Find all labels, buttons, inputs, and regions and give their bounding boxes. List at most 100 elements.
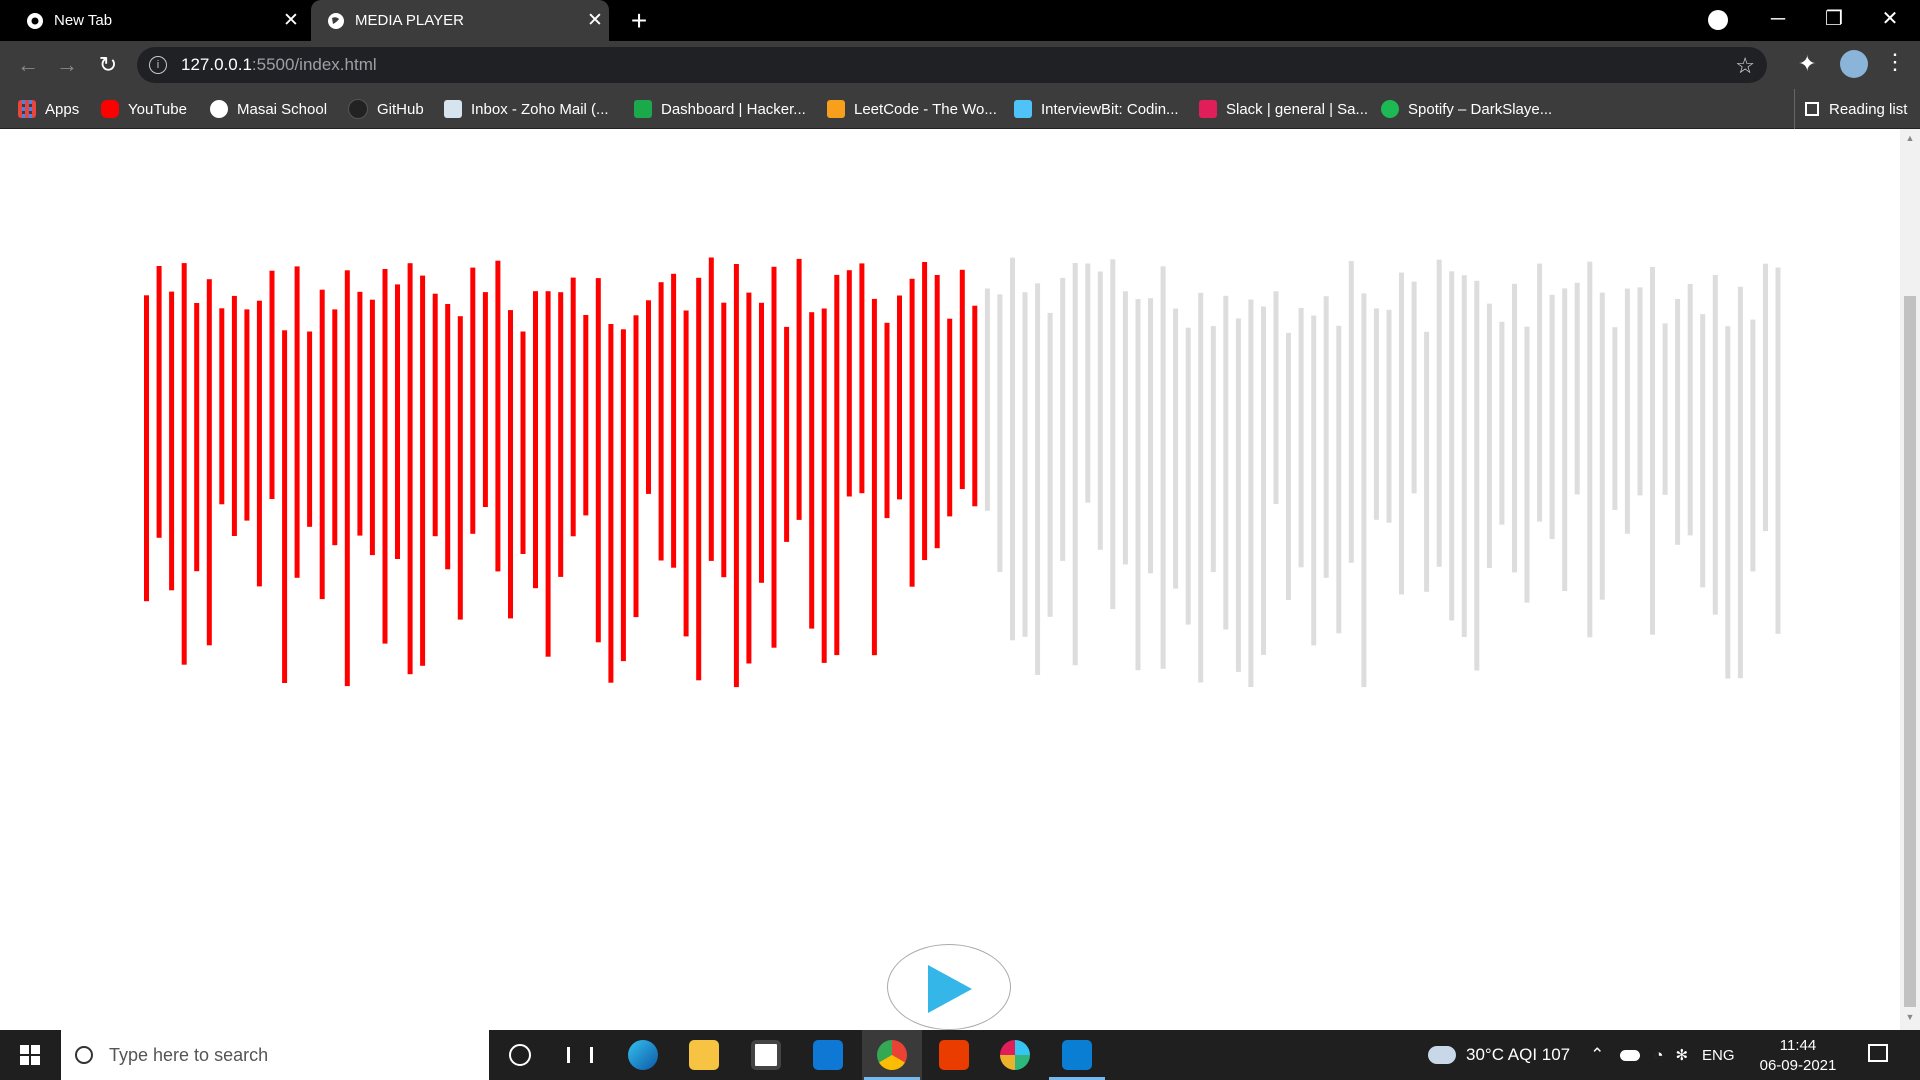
slack-tray-icon[interactable]: ✻ [1675, 1046, 1688, 1064]
waveform-bar[interactable] [244, 309, 250, 521]
play-button[interactable] [887, 944, 1011, 1030]
waveform-bar[interactable] [482, 292, 488, 507]
waveform-bar[interactable] [934, 275, 940, 549]
waveform-bar[interactable] [1373, 308, 1379, 520]
bookmark-hackerrank[interactable]: Dashboard | Hacker... [634, 89, 806, 129]
waveform-bar[interactable] [1399, 272, 1404, 595]
weather-text[interactable]: 30°C AQI 107 [1466, 1045, 1570, 1065]
waveform-bar[interactable] [721, 302, 727, 578]
reload-icon[interactable]: ↻ [94, 51, 122, 79]
waveform-bar[interactable] [1047, 312, 1053, 617]
clock[interactable]: 11:44 06-09-2021 [1748, 1036, 1848, 1076]
waveform-bar[interactable] [1474, 280, 1480, 671]
bookmark-slack[interactable]: Slack | general | Sa... [1199, 89, 1368, 129]
minimize-button[interactable]: ─ [1750, 0, 1806, 41]
new-tab-button[interactable]: + [624, 6, 654, 36]
waveform-bar[interactable] [759, 302, 764, 583]
waveform-bar[interactable] [545, 291, 551, 657]
waveform-bar[interactable] [871, 298, 877, 656]
waveform-bar[interactable] [1687, 283, 1693, 536]
language-indicator[interactable]: ENG [1702, 1047, 1735, 1064]
wifi-icon[interactable]: ◔ [1654, 1047, 1663, 1064]
waveform-bar[interactable] [1261, 306, 1266, 655]
audio-waveform[interactable] [0, 129, 1900, 1030]
reading-list-button[interactable]: Reading list [1794, 89, 1907, 129]
waveform-bar[interactable] [834, 274, 840, 656]
waveform-bar[interactable] [395, 284, 400, 559]
bookmark-apps[interactable]: Apps [18, 89, 79, 129]
waveform-bar[interactable] [206, 279, 212, 646]
waveform-bar[interactable] [984, 288, 990, 511]
waveform-bar[interactable] [533, 291, 538, 589]
waveform-bar[interactable] [1273, 291, 1279, 504]
waveform-bar[interactable] [671, 273, 677, 568]
waveform-bar[interactable] [1562, 288, 1568, 591]
waveform-bar[interactable] [1486, 303, 1492, 568]
task-view-icon[interactable] [550, 1030, 610, 1080]
waveform-bar[interactable] [1737, 286, 1743, 679]
extensions-puzzle-icon[interactable]: ✦ [1798, 51, 1816, 77]
waveform-bar[interactable] [821, 308, 827, 663]
waveform-bar[interactable] [1512, 283, 1517, 573]
weather-icon[interactable] [1428, 1046, 1456, 1064]
waveform-bar[interactable] [1700, 314, 1706, 588]
waveform-bar[interactable] [1185, 327, 1191, 625]
waveform-bar[interactable] [282, 330, 288, 683]
tab-close-icon[interactable]: ✕ [581, 9, 609, 32]
waveform-bar[interactable] [256, 300, 262, 587]
waveform-bar[interactable] [909, 278, 915, 587]
bookmark-spotify[interactable]: Spotify – DarkSlaye... [1381, 89, 1552, 129]
bookmark-zoho-mail[interactable]: Inbox - Zoho Mail (... [444, 89, 609, 129]
waveform-bar[interactable] [1198, 292, 1204, 683]
waveform-bar[interactable] [884, 322, 890, 519]
waveform-bar[interactable] [846, 270, 852, 497]
waveform-bar[interactable] [1122, 291, 1128, 565]
waveform-bar[interactable] [1223, 295, 1229, 630]
office-icon[interactable] [924, 1030, 984, 1080]
waveform-bar[interactable] [1775, 267, 1781, 634]
waveform-bar[interactable] [1348, 261, 1354, 563]
waveform-bar[interactable] [646, 300, 651, 494]
waveform-bar[interactable] [1110, 259, 1116, 610]
waveform-bar[interactable] [420, 275, 426, 666]
waveform-bar[interactable] [1524, 326, 1530, 603]
waveform-bar[interactable] [1386, 309, 1392, 523]
waveform-bar[interactable] [219, 308, 225, 505]
waveform-bar[interactable] [432, 293, 438, 537]
page-scrollbar[interactable]: ▲ ▼ [1900, 129, 1920, 1030]
waveform-bar[interactable] [307, 331, 313, 527]
edge-icon[interactable] [613, 1030, 673, 1080]
waveform-bar[interactable] [407, 263, 413, 675]
waveform-bar[interactable] [508, 310, 513, 619]
profile-avatar[interactable] [1840, 50, 1868, 78]
waveform-bar[interactable] [1135, 299, 1141, 671]
waveform-bar[interactable] [1035, 283, 1041, 675]
waveform-bar[interactable] [457, 316, 463, 620]
waveform-bar[interactable] [583, 315, 589, 516]
info-icon[interactable]: i [149, 56, 167, 74]
tab-new-tab[interactable]: New Tab ✕ [10, 0, 305, 41]
waveform-bar[interactable] [1612, 327, 1618, 510]
waveform-bar[interactable] [520, 331, 526, 555]
waveform-bar[interactable] [997, 294, 1003, 572]
waveform-bar[interactable] [1461, 275, 1467, 637]
waveform-bar[interactable] [194, 303, 200, 572]
mail-icon[interactable] [798, 1030, 858, 1080]
waveform-bar[interactable] [1097, 271, 1103, 550]
bookmark-github[interactable]: GitHub [348, 89, 424, 129]
waveform-bar[interactable] [1675, 298, 1681, 545]
waveform-bar[interactable] [231, 295, 237, 536]
chevron-up-icon[interactable]: ⌃ [1590, 1045, 1604, 1065]
waveform-bar[interactable] [382, 269, 388, 644]
waveform-bar[interactable] [897, 295, 902, 500]
waveform-bar[interactable] [972, 305, 978, 507]
scrollbar-thumb[interactable] [1904, 296, 1916, 1007]
waveform-bar[interactable] [1248, 299, 1254, 688]
waveform-bar[interactable] [1537, 263, 1543, 522]
waveform-bar[interactable] [633, 315, 639, 618]
taskbar-search-box[interactable]: Type here to search [61, 1030, 489, 1080]
waveform-bar[interactable] [1763, 263, 1768, 532]
waveform-bar[interactable] [570, 277, 576, 537]
waveform-bar[interactable] [959, 269, 965, 490]
tab-search-icon[interactable] [1708, 10, 1728, 30]
